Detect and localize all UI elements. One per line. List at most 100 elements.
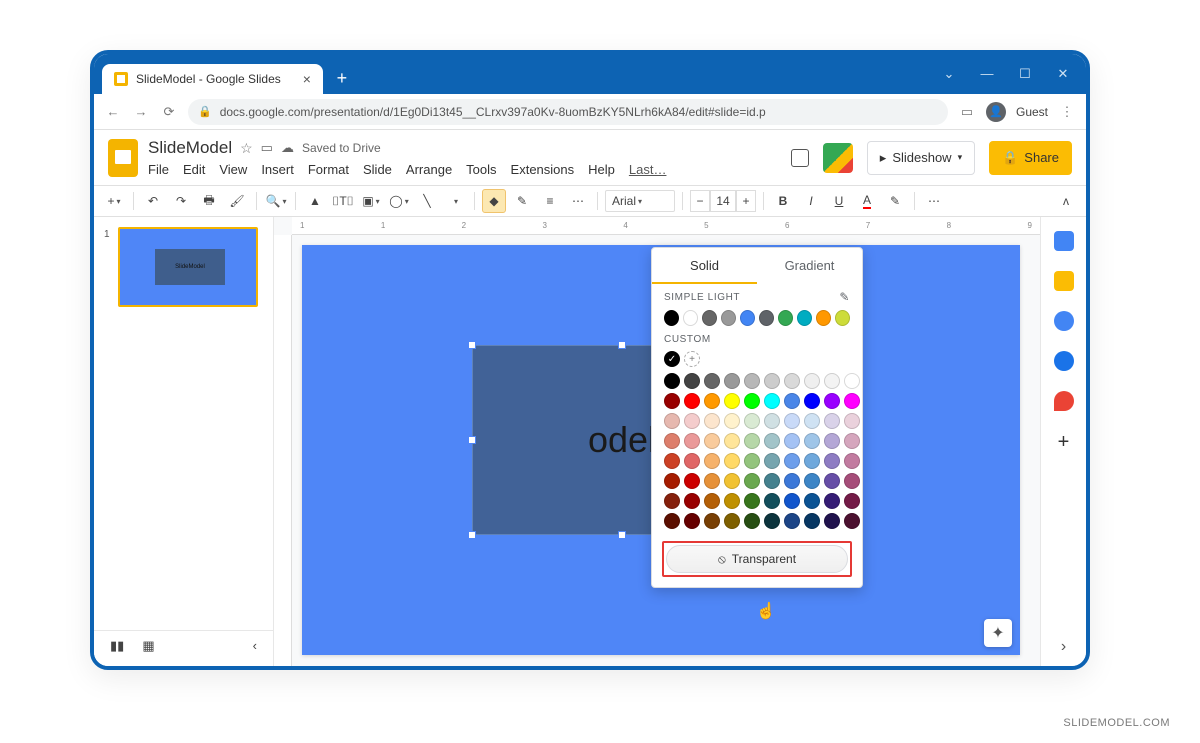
window-menu-icon[interactable]: ⌄ — [940, 66, 958, 82]
menu-format[interactable]: Format — [308, 162, 349, 177]
border-color-button[interactable]: ✎ — [510, 189, 534, 213]
palette-color-swatch[interactable] — [824, 433, 840, 449]
palette-color-swatch[interactable] — [764, 493, 780, 509]
palette-color-swatch[interactable] — [764, 373, 780, 389]
palette-color-swatch[interactable] — [704, 433, 720, 449]
menu-tools[interactable]: Tools — [466, 162, 496, 177]
edit-theme-colors-icon[interactable]: ✎ — [839, 290, 850, 304]
palette-color-swatch[interactable] — [824, 393, 840, 409]
slideshow-button[interactable]: ▸ Slideshow ▾ — [867, 141, 975, 175]
palette-color-swatch[interactable] — [704, 413, 720, 429]
palette-color-swatch[interactable] — [684, 373, 700, 389]
comments-icon[interactable] — [791, 149, 809, 167]
zoom-button[interactable]: 🔍 — [264, 189, 288, 213]
theme-color-swatch[interactable] — [702, 310, 717, 326]
shape-tool[interactable]: ◯ — [387, 189, 411, 213]
tab-close-icon[interactable]: × — [303, 71, 311, 87]
menu-last[interactable]: Last… — [629, 162, 667, 177]
new-slide-button[interactable]: + — [102, 189, 126, 213]
palette-color-swatch[interactable] — [684, 473, 700, 489]
palette-color-swatch[interactable] — [844, 473, 860, 489]
palette-color-swatch[interactable] — [804, 413, 820, 429]
filmstrip-view-icon[interactable]: ▮▮ — [110, 638, 124, 654]
window-maximize-icon[interactable]: ☐ — [1016, 66, 1034, 82]
resize-handle-n[interactable] — [618, 341, 626, 349]
palette-color-swatch[interactable] — [784, 413, 800, 429]
hide-sidepanel-icon[interactable]: › — [1061, 638, 1066, 656]
palette-color-swatch[interactable] — [724, 393, 740, 409]
collapse-toolbar-icon[interactable]: ʌ — [1054, 189, 1078, 213]
palette-color-swatch[interactable] — [764, 513, 780, 529]
resize-handle-sw[interactable] — [468, 531, 476, 539]
palette-color-swatch[interactable] — [804, 393, 820, 409]
palette-color-swatch[interactable] — [764, 453, 780, 469]
palette-color-swatch[interactable] — [664, 393, 680, 409]
window-minimize-icon[interactable]: — — [978, 66, 996, 82]
profile-avatar[interactable]: 👤 — [986, 102, 1006, 122]
redo-button[interactable]: ↷ — [169, 189, 193, 213]
palette-color-swatch[interactable] — [664, 473, 680, 489]
maps-icon[interactable] — [1054, 391, 1074, 411]
palette-color-swatch[interactable] — [764, 413, 780, 429]
palette-color-swatch[interactable] — [824, 493, 840, 509]
browser-tab[interactable]: SlideModel - Google Slides × — [102, 64, 323, 94]
palette-color-swatch[interactable] — [784, 473, 800, 489]
menu-help[interactable]: Help — [588, 162, 615, 177]
fill-tab-gradient[interactable]: Gradient — [757, 248, 862, 284]
theme-color-swatch[interactable] — [721, 310, 736, 326]
palette-color-swatch[interactable] — [724, 433, 740, 449]
palette-color-swatch[interactable] — [744, 393, 760, 409]
more-tools-button[interactable]: ⋯ — [922, 189, 946, 213]
theme-color-swatch[interactable] — [816, 310, 831, 326]
palette-color-swatch[interactable] — [784, 393, 800, 409]
palette-color-swatch[interactable] — [664, 513, 680, 529]
palette-color-swatch[interactable] — [804, 453, 820, 469]
new-tab-button[interactable]: + — [329, 65, 355, 91]
palette-color-swatch[interactable] — [744, 373, 760, 389]
theme-color-swatch[interactable] — [778, 310, 793, 326]
keep-icon[interactable] — [1054, 271, 1074, 291]
fill-color-button[interactable]: ◆ — [482, 189, 506, 213]
theme-color-swatch[interactable] — [683, 310, 698, 326]
url-input[interactable]: 🔒 docs.google.com/presentation/d/1Eg0Di1… — [188, 99, 948, 125]
palette-color-swatch[interactable] — [664, 413, 680, 429]
nav-forward-icon[interactable]: → — [132, 104, 150, 119]
palette-color-swatch[interactable] — [844, 453, 860, 469]
menu-arrange[interactable]: Arrange — [406, 162, 452, 177]
palette-color-swatch[interactable] — [704, 453, 720, 469]
palette-color-swatch[interactable] — [824, 413, 840, 429]
palette-color-swatch[interactable] — [684, 513, 700, 529]
palette-color-swatch[interactable] — [824, 373, 840, 389]
theme-color-swatch[interactable] — [835, 310, 850, 326]
palette-color-swatch[interactable] — [704, 493, 720, 509]
select-tool[interactable]: ▲ — [303, 189, 327, 213]
palette-color-swatch[interactable] — [804, 373, 820, 389]
palette-color-swatch[interactable] — [704, 393, 720, 409]
palette-color-swatch[interactable] — [764, 393, 780, 409]
palette-color-swatch[interactable] — [744, 433, 760, 449]
line-tool[interactable]: ╲ — [415, 189, 439, 213]
resize-handle-s[interactable] — [618, 531, 626, 539]
bold-button[interactable]: B — [771, 189, 795, 213]
font-size-dec[interactable]: − — [690, 190, 710, 212]
palette-color-swatch[interactable] — [744, 413, 760, 429]
contacts-icon[interactable] — [1054, 351, 1074, 371]
tasks-icon[interactable] — [1054, 311, 1074, 331]
palette-color-swatch[interactable] — [664, 453, 680, 469]
palette-color-swatch[interactable] — [784, 493, 800, 509]
menu-extensions[interactable]: Extensions — [511, 162, 575, 177]
nav-back-icon[interactable]: ← — [104, 104, 122, 119]
palette-color-swatch[interactable] — [744, 473, 760, 489]
window-close-icon[interactable]: ✕ — [1054, 66, 1072, 82]
palette-color-swatch[interactable] — [684, 393, 700, 409]
line-menu[interactable] — [443, 189, 467, 213]
palette-color-swatch[interactable] — [824, 453, 840, 469]
menu-insert[interactable]: Insert — [261, 162, 294, 177]
palette-color-swatch[interactable] — [704, 513, 720, 529]
theme-color-swatch[interactable] — [740, 310, 755, 326]
palette-color-swatch[interactable] — [804, 473, 820, 489]
transparent-button[interactable]: ⦸ Transparent — [666, 545, 848, 573]
palette-color-swatch[interactable] — [784, 373, 800, 389]
palette-color-swatch[interactable] — [724, 513, 740, 529]
palette-color-swatch[interactable] — [704, 373, 720, 389]
